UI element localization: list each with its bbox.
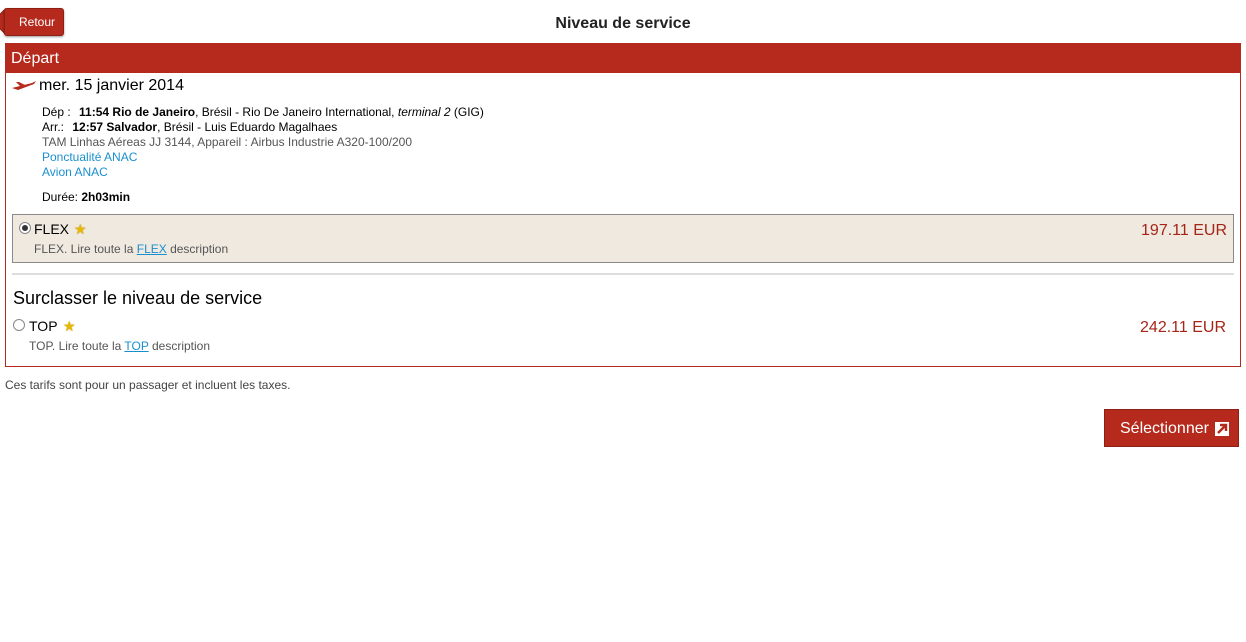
top-desc-suffix: description — [148, 339, 211, 353]
departure-panel: Départ mer. 15 janvier 2014 Dép : 11:54 … — [5, 43, 1241, 367]
star-icon: ★ — [63, 318, 76, 334]
departure-terminal: terminal 2 — [397, 105, 451, 119]
flex-radio[interactable] — [19, 222, 31, 234]
flight-info: TAM Linhas Aéreas JJ 3144, Appareil : Ai… — [42, 135, 413, 149]
arrival-line: Arr.: 12:57 Salvador, Brésil - Luis Edua… — [42, 120, 484, 135]
fare-option-flex[interactable]: FLEX ★ FLEX. Lire toute la FLEX descript… — [12, 214, 1234, 263]
punctuality-link[interactable]: Ponctualité ANAC — [42, 150, 484, 165]
flight-duration: Durée: 2h03min — [42, 190, 130, 204]
duration-value: 2h03min — [81, 190, 131, 204]
flex-description-link[interactable]: FLEX — [137, 242, 167, 256]
duration-label: Durée: — [42, 190, 79, 204]
pricing-note: Ces tarifs sont pour un passager et incl… — [5, 378, 291, 392]
top-fare-name: TOP — [29, 318, 58, 334]
top-bar: Retour Niveau de service — [0, 0, 1246, 44]
fare-option-top[interactable]: TOP ★ TOP. Lire toute la TOP description… — [12, 312, 1232, 359]
flex-price: 197.11 EUR — [1141, 222, 1227, 239]
top-description-link[interactable]: TOP — [124, 339, 148, 353]
arrival-city: Salvador — [106, 120, 158, 134]
top-price: 242.11 EUR — [1140, 319, 1226, 336]
arrival-label: Arr.: — [42, 120, 65, 134]
departure-code: (GIG) — [450, 105, 484, 119]
top-desc-prefix: TOP. Lire toute la — [29, 339, 125, 353]
flight-date: mer. 15 janvier 2014 — [39, 77, 184, 94]
top-description: TOP. Lire toute la TOP description — [29, 339, 210, 353]
flex-desc-suffix: description — [166, 242, 229, 256]
star-icon: ★ — [74, 221, 87, 237]
page-title: Niveau de service — [555, 15, 691, 32]
airplane-icon — [12, 81, 36, 90]
flex-fare-name: FLEX — [34, 221, 70, 237]
departure-airport: , Brésil - Rio De Janeiro International, — [195, 105, 398, 119]
arrival-time: 12:57 — [72, 120, 104, 134]
arrow-up-right-icon — [1215, 422, 1229, 436]
flight-details: Dép : 11:54 Rio de Janeiro, Brésil - Rio… — [42, 105, 484, 180]
departure-label: Dép : — [42, 105, 71, 119]
flight-date-row: mer. 15 janvier 2014 — [12, 77, 184, 95]
divider — [12, 273, 1234, 275]
departure-time: 11:54 — [79, 105, 110, 119]
arrival-airport: , Brésil - Luis Eduardo Magalhaes — [157, 120, 338, 134]
select-button-label: Sélectionner — [1120, 420, 1209, 437]
select-button[interactable]: Sélectionner — [1104, 409, 1239, 447]
flex-description: FLEX. Lire toute la FLEX description — [34, 242, 228, 256]
upgrade-title: Surclasser le niveau de service — [13, 288, 263, 308]
panel-header: Départ — [6, 44, 1240, 73]
aircraft-link[interactable]: Avion ANAC — [42, 165, 484, 180]
top-radio[interactable] — [13, 319, 25, 331]
flex-desc-prefix: FLEX. Lire toute la — [34, 242, 137, 256]
departure-city: Rio de Janeiro — [112, 105, 196, 119]
departure-line: Dép : 11:54 Rio de Janeiro, Brésil - Rio… — [42, 105, 484, 120]
